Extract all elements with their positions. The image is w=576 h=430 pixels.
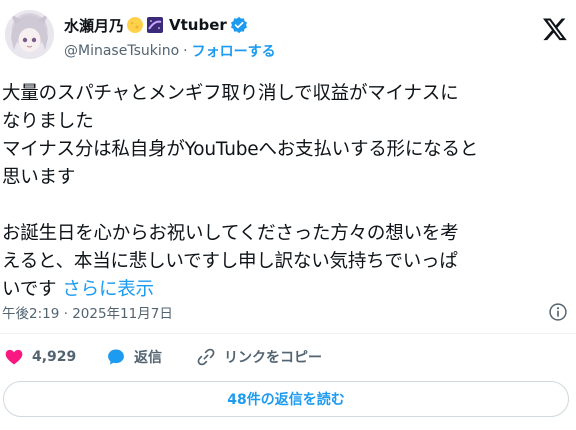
reply-bubble-icon xyxy=(108,349,124,365)
tweet-line: 思います xyxy=(2,167,76,188)
copy-link-label: リンクをコピー xyxy=(224,350,322,366)
link-icon xyxy=(197,348,215,366)
galaxy-emoji-icon xyxy=(146,16,164,34)
x-logo-icon[interactable] xyxy=(542,16,568,42)
tweet-line: 大量のスパチャとメンギフ取り消しで収益がマイナスに xyxy=(2,83,459,104)
divider xyxy=(0,333,576,334)
reply-button[interactable]: 返信 xyxy=(106,344,162,370)
show-more-link[interactable]: さらに表示 xyxy=(62,279,154,300)
heart-icon xyxy=(5,349,23,365)
copy-link-button[interactable]: リンクをコピー xyxy=(196,344,322,370)
action-bar: 4,929 返信 リンクをコピー xyxy=(0,344,576,370)
moon-emoji-icon xyxy=(126,16,144,34)
read-replies-button[interactable]: 48件の返信を読む xyxy=(3,381,569,417)
info-icon[interactable] xyxy=(548,302,568,322)
display-name[interactable]: 水瀬月乃 xyxy=(64,15,124,36)
tweet-line: お誕生日を心からお祝いしてくださった方々の想いを考 xyxy=(2,223,459,244)
tweet-header: 水瀬月乃 Vtuber @MinaseTsukino · フォローする xyxy=(0,0,576,70)
avatar[interactable] xyxy=(5,10,54,59)
name-row: 水瀬月乃 Vtuber xyxy=(64,14,248,36)
handle-row: @MinaseTsukino · フォローする xyxy=(64,41,276,61)
separator-dot: · xyxy=(183,43,188,59)
tweet-last-line: いです さらに表示 xyxy=(2,276,572,304)
timestamp[interactable]: 午後2:19 · 2025年11月7日 xyxy=(2,302,173,322)
handle[interactable]: @MinaseTsukino xyxy=(64,43,179,59)
name-suffix[interactable]: Vtuber xyxy=(169,16,227,34)
like-button[interactable]: 4,929 xyxy=(4,344,76,370)
tweet-text: 大量のスパチャとメンギフ取り消しで収益がマイナスに なりました マイナス分は私自… xyxy=(2,80,572,304)
like-count: 4,929 xyxy=(32,349,77,365)
reply-label: 返信 xyxy=(134,350,162,366)
tweet-line: マイナス分は私自身がYouTubeへお支払いする形になると xyxy=(2,139,479,160)
tweet-line: なりました xyxy=(2,111,94,132)
follow-button[interactable]: フォローする xyxy=(192,41,276,61)
tweet-line: えると、本当に悲しいですし申し訳ない気持ちでいっぱ xyxy=(2,251,458,272)
verified-badge-icon xyxy=(230,16,247,34)
tweet-line: いです xyxy=(2,279,57,300)
